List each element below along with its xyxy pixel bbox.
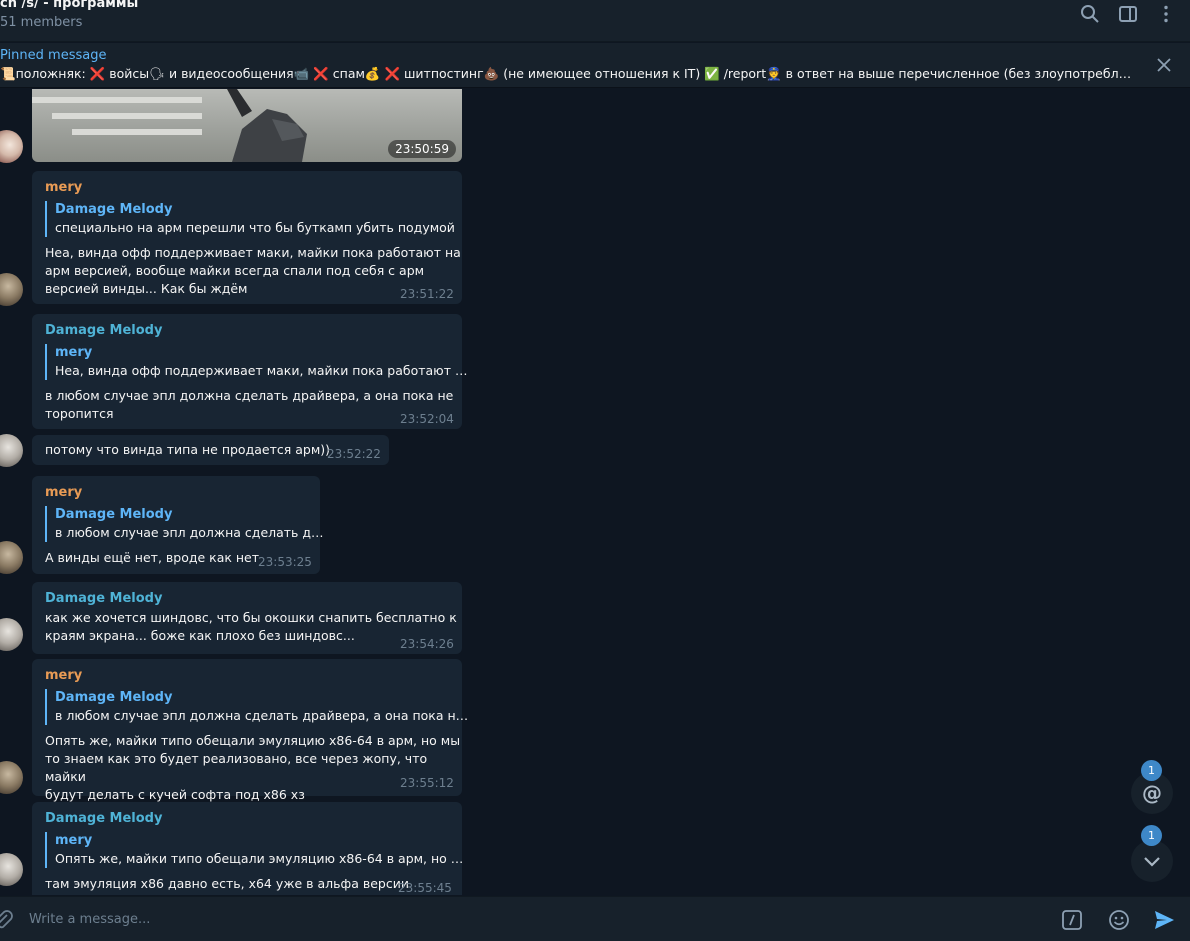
reply-quote-text: в любом случае эпл должна сделать д… — [55, 525, 324, 540]
reply-quote-text: специально на арм перешли что бы буткамп… — [55, 220, 455, 235]
photo-detail — [72, 129, 202, 135]
message-sender[interactable]: Damage Melody — [45, 323, 162, 338]
message-text: там эмуляция x86 давно есть, x64 уже в а… — [45, 876, 409, 891]
reply-quote-author: mery — [55, 345, 93, 360]
chat-header: ch /s/ - программы 51 members — [0, 0, 1190, 42]
reply-quote-author: Damage Melody — [55, 507, 173, 522]
pinned-message-bar[interactable]: Pinned message 📜положняк: ❌ войсы🗣 и вид… — [0, 43, 1190, 88]
message-text: как же хочется шиндовс, что бы окошки сн… — [45, 610, 457, 643]
message-input[interactable]: Write a message... — [29, 912, 150, 927]
sidebar-toggle-icon[interactable] — [1118, 4, 1138, 24]
photo-detail — [52, 113, 202, 119]
message-text: потому что винда типа не продается арм)) — [45, 442, 330, 457]
message-text: Опять же, майки типо обещали эмуляцию x8… — [45, 733, 461, 802]
message-bubble[interactable]: потому что винда типа не продается арм))… — [32, 435, 389, 465]
pinned-title: Pinned message — [0, 48, 107, 63]
composer: Write a message... — [0, 896, 1190, 941]
reply-quote-text: Неа, винда офф поддерживает маки, майки … — [55, 363, 468, 378]
message-list[interactable]: 23:50:59 mery Damage Melody специально н… — [0, 89, 1190, 895]
reply-quote[interactable]: Damage Melody специально на арм перешли … — [45, 201, 455, 237]
message-text: в любом случае эпл должна сделать драйве… — [45, 388, 454, 421]
message-sender[interactable]: mery — [45, 668, 82, 683]
avatar[interactable] — [0, 273, 23, 306]
message-time: 23:55:45 — [398, 881, 452, 895]
message-time: 23:55:12 — [400, 776, 454, 790]
avatar[interactable] — [0, 434, 23, 467]
reply-quote-author: mery — [55, 833, 93, 848]
reply-quote[interactable]: mery Неа, винда офф поддерживает маки, м… — [45, 344, 467, 380]
avatar[interactable] — [0, 761, 23, 794]
message-bubble[interactable]: Damage Melody mery Неа, винда офф поддер… — [32, 314, 467, 429]
reply-quote-text: Опять же, майки типо обещали эмуляцию x8… — [55, 851, 464, 866]
more-vertical-icon[interactable] — [1156, 4, 1176, 24]
chat-title[interactable]: ch /s/ - программы — [0, 0, 138, 11]
chevron-down-icon — [1144, 857, 1160, 867]
message-text: А винды ещё нет, вроде как нет — [45, 550, 260, 565]
photo-message[interactable]: 23:50:59 — [32, 89, 462, 162]
message-sender[interactable]: mery — [45, 485, 82, 500]
message-time: 23:52:04 — [400, 412, 454, 426]
message-bubble[interactable]: mery Damage Melody специально на арм пер… — [32, 171, 462, 304]
reply-quote-author: Damage Melody — [55, 690, 173, 705]
reply-quote-text: в любом случае эпл должна сделать драйве… — [55, 708, 469, 723]
pinned-text: 📜положняк: ❌ войсы🗣 и видеосообщения📹 ❌ … — [0, 66, 1130, 81]
send-icon[interactable] — [1153, 909, 1175, 931]
message-time: 23:54:26 — [400, 637, 454, 651]
message-time: 23:52:22 — [327, 447, 381, 461]
message-bubble[interactable]: mery Damage Melody в любом случае эпл до… — [32, 659, 468, 802]
message-bubble[interactable]: mery Damage Melody в любом случае эпл до… — [32, 476, 324, 574]
message-bubble[interactable]: Damage Melody mery Опять же, майки типо … — [32, 802, 463, 895]
message-time: 23:51:22 — [400, 287, 454, 301]
avatar[interactable] — [0, 541, 23, 574]
reply-quote-author: Damage Melody — [55, 202, 173, 217]
message-sender[interactable]: mery — [45, 180, 82, 195]
mention-icon: @ — [1142, 781, 1162, 805]
reply-quote[interactable]: Damage Melody в любом случае эпл должна … — [45, 689, 468, 725]
message-sender[interactable]: Damage Melody — [45, 591, 162, 606]
avatar[interactable] — [0, 618, 23, 651]
reply-quote[interactable]: Damage Melody в любом случае эпл должна … — [45, 506, 324, 542]
search-icon[interactable] — [1080, 4, 1100, 24]
reply-quote[interactable]: mery Опять же, майки типо обещали эмуляц… — [45, 832, 463, 868]
message-text: Неа, винда офф поддерживает маки, майки … — [45, 245, 461, 296]
bot-commands-icon[interactable] — [1061, 909, 1083, 931]
avatar[interactable] — [0, 853, 23, 886]
attach-icon[interactable] — [0, 909, 14, 931]
mentions-badge: 1 — [1141, 760, 1162, 781]
message-time: 23:53:25 — [258, 555, 312, 569]
message-time: 23:50:59 — [388, 140, 456, 158]
photo-image — [227, 89, 307, 162]
unread-badge: 1 — [1141, 825, 1162, 846]
close-icon[interactable] — [1156, 57, 1172, 73]
message-sender[interactable]: Damage Melody — [45, 811, 162, 826]
members-count: 51 members — [0, 15, 83, 30]
scroll-down-button[interactable] — [1131, 840, 1173, 882]
photo-detail — [32, 97, 202, 103]
message-bubble[interactable]: Damage Melody как же хочется шиндовс, чт… — [32, 582, 462, 654]
emoji-icon[interactable] — [1108, 909, 1130, 931]
avatar[interactable] — [0, 130, 23, 163]
